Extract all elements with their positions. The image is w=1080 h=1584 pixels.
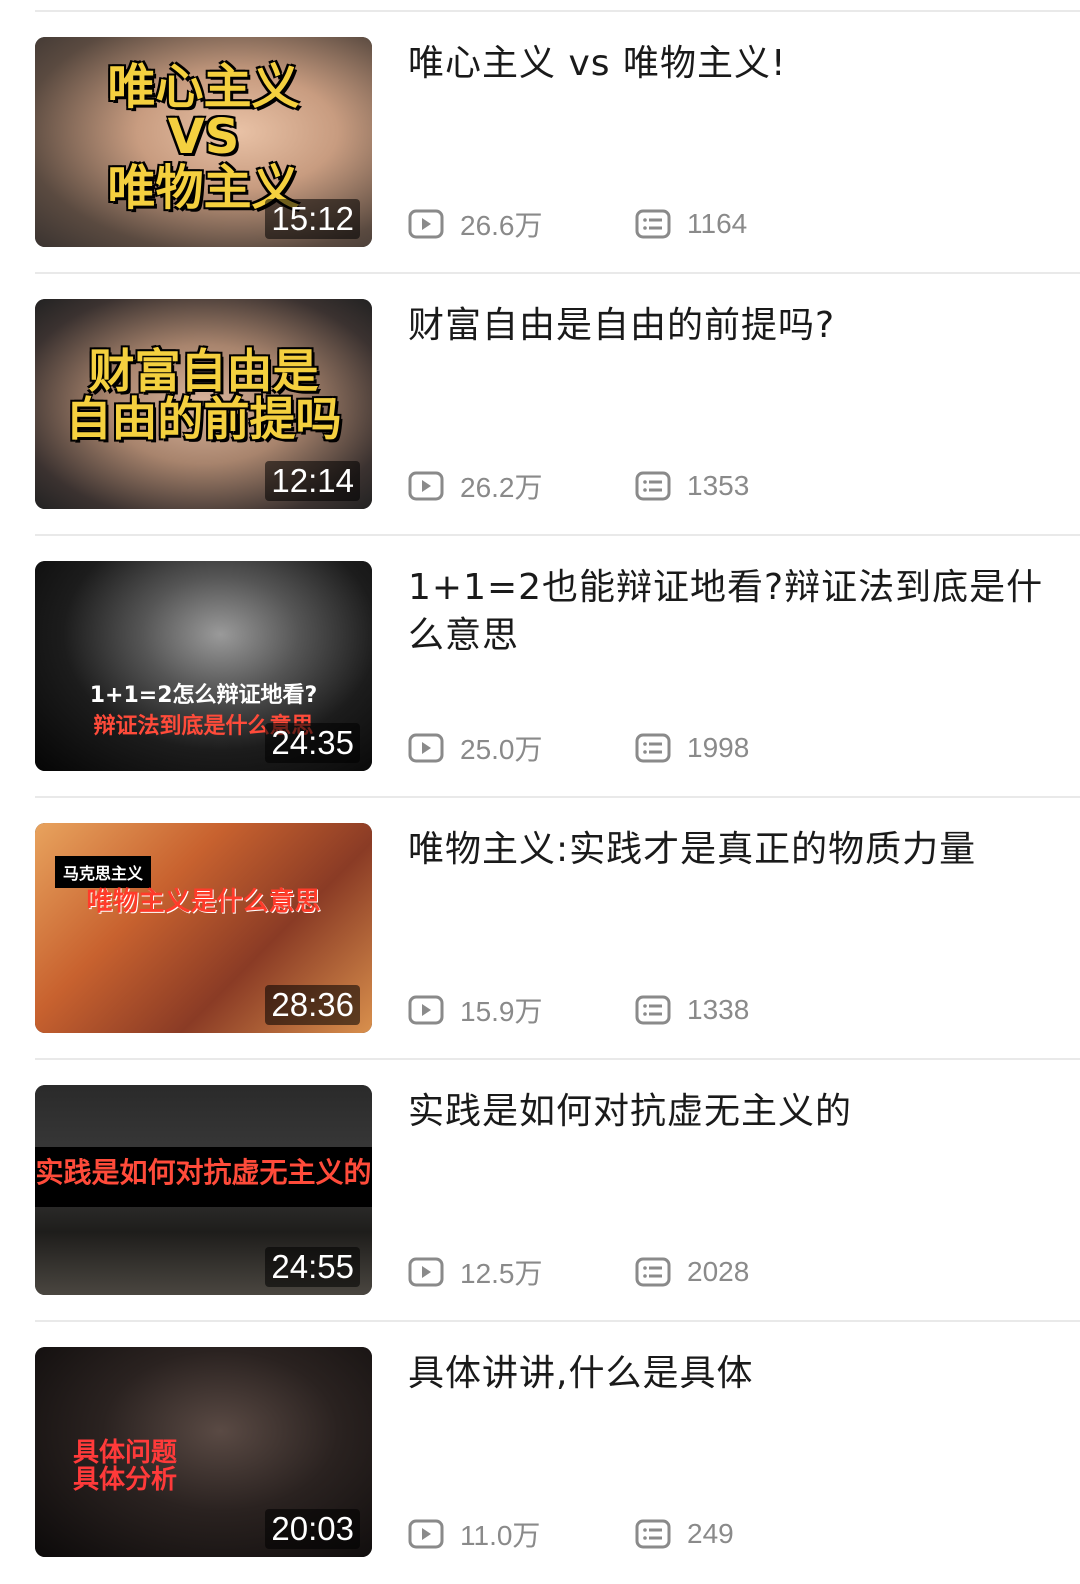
thumbnail-tag: 马克思主义 xyxy=(55,856,152,888)
video-duration: 24:55 xyxy=(265,1247,360,1287)
video-item[interactable]: 1+1=2怎么辩证地看? 辩证法到底是什么意思 24:35 1+1=2也能辩证地… xyxy=(35,536,1080,798)
thumbnail-caption: 实践是如何对抗虚无主义的 xyxy=(35,1156,372,1189)
video-title[interactable]: 1+1=2也能辩证地看?辩证法到底是什么意思 xyxy=(408,564,1050,660)
view-count-value: 26.2万 xyxy=(460,472,543,503)
video-duration: 15:12 xyxy=(265,199,360,239)
video-duration: 28:36 xyxy=(265,985,360,1025)
comment-count: 249 xyxy=(635,1518,862,1550)
view-count-value: 26.6万 xyxy=(460,210,543,241)
comment-count-value: 1998 xyxy=(687,732,750,763)
video-duration: 20:03 xyxy=(265,1509,360,1549)
view-count: 26.6万 xyxy=(408,204,635,244)
view-count: 26.2万 xyxy=(408,466,635,506)
play-icon xyxy=(408,1257,444,1287)
view-count-value: 25.0万 xyxy=(460,734,543,765)
play-icon xyxy=(408,209,444,239)
video-thumbnail[interactable]: 实践是如何对抗虚无主义的 24:55 xyxy=(35,1085,372,1295)
video-title[interactable]: 唯心主义 vs 唯物主义! xyxy=(408,40,1050,88)
video-title[interactable]: 实践是如何对抗虚无主义的 xyxy=(408,1088,1050,1136)
view-count-value: 15.9万 xyxy=(460,996,543,1027)
video-item[interactable]: 马克思主义 唯物主义是什么意思 28:36 唯物主义:实践才是真正的物质力量 1… xyxy=(35,798,1080,1060)
play-icon xyxy=(408,733,444,763)
view-count-value: 11.0万 xyxy=(460,1520,541,1551)
comment-count: 1353 xyxy=(635,470,862,502)
view-count: 25.0万 xyxy=(408,728,635,768)
view-count: 11.0万 xyxy=(408,1514,635,1554)
thumbnail-caption: 唯物主义是什么意思 xyxy=(86,887,321,917)
thumbnail-caption: 唯心主义 VS 唯物主义 xyxy=(107,59,300,216)
comment-count-value: 249 xyxy=(687,1518,734,1549)
view-count-value: 12.5万 xyxy=(460,1258,543,1289)
danmaku-icon xyxy=(635,995,671,1025)
danmaku-icon xyxy=(635,733,671,763)
video-list: 唯心主义 VS 唯物主义 15:12 唯心主义 vs 唯物主义! 26.6万 1… xyxy=(0,12,1080,1584)
danmaku-icon xyxy=(635,1257,671,1287)
comment-count-value: 1338 xyxy=(687,994,750,1025)
play-icon xyxy=(408,471,444,501)
video-stats: 12.5万 2028 xyxy=(408,1250,862,1294)
video-thumbnail[interactable]: 马克思主义 唯物主义是什么意思 28:36 xyxy=(35,823,372,1033)
comment-count-value: 2028 xyxy=(687,1256,750,1287)
danmaku-icon xyxy=(635,209,671,239)
video-item[interactable]: 唯心主义 VS 唯物主义 15:12 唯心主义 vs 唯物主义! 26.6万 1… xyxy=(35,12,1080,274)
video-title[interactable]: 具体讲讲,什么是具体 xyxy=(408,1350,1050,1398)
video-title[interactable]: 唯物主义:实践才是真正的物质力量 xyxy=(408,826,1050,874)
video-duration: 12:14 xyxy=(265,461,360,501)
video-stats: 11.0万 249 xyxy=(408,1512,862,1556)
video-thumbnail[interactable]: 唯心主义 VS 唯物主义 15:12 xyxy=(35,37,372,247)
video-stats: 15.9万 1338 xyxy=(408,988,862,1032)
video-stats: 26.6万 1164 xyxy=(408,202,862,246)
thumbnail-caption: 财富自由是 自由的前提吗 xyxy=(65,344,342,447)
comment-count: 1338 xyxy=(635,994,862,1026)
view-count: 15.9万 xyxy=(408,990,635,1030)
thumbnail-caption-main: 1+1=2怎么辩证地看? xyxy=(89,683,318,709)
video-stats: 26.2万 1353 xyxy=(408,464,862,508)
danmaku-icon xyxy=(635,471,671,501)
comment-count: 2028 xyxy=(635,1256,862,1288)
comment-count-value: 1164 xyxy=(687,208,748,239)
video-thumbnail[interactable]: 具体问题 具体分析 20:03 xyxy=(35,1347,372,1557)
comment-count: 1998 xyxy=(635,732,862,764)
video-duration: 24:35 xyxy=(265,723,360,763)
video-thumbnail[interactable]: 1+1=2怎么辩证地看? 辩证法到底是什么意思 24:35 xyxy=(35,561,372,771)
play-icon xyxy=(408,1519,444,1549)
video-item[interactable]: 财富自由是 自由的前提吗 12:14 财富自由是自由的前提吗? 26.2万 13… xyxy=(35,274,1080,536)
view-count: 12.5万 xyxy=(408,1252,635,1292)
video-item[interactable]: 实践是如何对抗虚无主义的 24:55 实践是如何对抗虚无主义的 12.5万 20… xyxy=(35,1060,1080,1322)
video-thumbnail[interactable]: 财富自由是 自由的前提吗 12:14 xyxy=(35,299,372,509)
comment-count-value: 1353 xyxy=(687,470,750,501)
danmaku-icon xyxy=(635,1519,671,1549)
video-stats: 25.0万 1998 xyxy=(408,726,862,770)
video-item[interactable]: 具体问题 具体分析 20:03 具体讲讲,什么是具体 11.0万 249 xyxy=(35,1322,1080,1584)
thumbnail-caption: 具体问题 具体分析 xyxy=(73,1438,178,1496)
comment-count: 1164 xyxy=(635,208,862,240)
video-title[interactable]: 财富自由是自由的前提吗? xyxy=(408,302,1050,350)
play-icon xyxy=(408,995,444,1025)
